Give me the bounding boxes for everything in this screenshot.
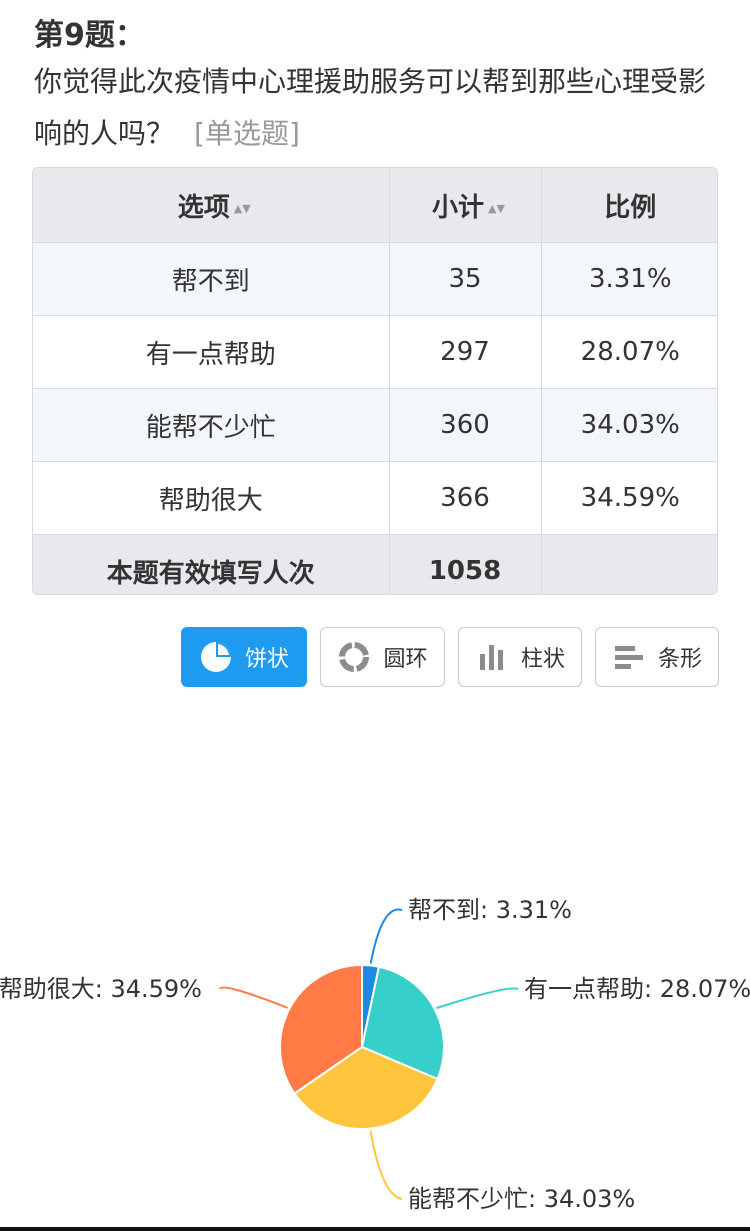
label-leader-line	[369, 1130, 403, 1200]
count-cell: 297	[388, 315, 542, 389]
slice-label: 能帮不少忙: 34.03%	[408, 1185, 635, 1213]
table-total-row: 本题有效填写人次 1058	[33, 534, 717, 594]
pie-chart-icon	[199, 640, 233, 674]
table-row: 有一点帮助 297 28.07%	[33, 315, 717, 389]
label-leader-line	[219, 986, 289, 1009]
total-label: 本题有效填写人次	[33, 534, 390, 594]
slice-label: 有一点帮助: 28.07%	[524, 975, 750, 1003]
horizontal-bar-chart-icon	[612, 640, 646, 674]
option-cell: 帮不到	[33, 242, 390, 316]
ratio-cell: 3.31%	[540, 242, 717, 316]
label-leader-line	[369, 908, 403, 964]
total-ratio	[540, 534, 717, 594]
donut-chart-button[interactable]: 圆环	[320, 627, 445, 687]
question-type: [单选题]	[194, 117, 300, 150]
ratio-cell: 34.03%	[540, 388, 717, 462]
column-header-ratio: 比例	[540, 168, 717, 243]
bottom-divider	[0, 1227, 750, 1231]
table-row: 能帮不少忙 360 34.03%	[33, 388, 717, 462]
pie-chart-button[interactable]: 饼状	[181, 627, 307, 687]
ratio-cell: 34.59%	[540, 461, 717, 535]
sort-icon[interactable]: ▲▼	[234, 203, 251, 214]
bar-chart-icon	[475, 640, 509, 674]
question-number: 第9题：	[34, 18, 145, 53]
count-cell: 35	[388, 242, 542, 316]
label-leader-line	[436, 987, 519, 1010]
option-cell: 能帮不少忙	[33, 388, 390, 462]
results-table: 选项 ▲▼ 小计 ▲▼ 比例 帮不到 35 3.31% 有一点帮助 297 28.0…	[32, 167, 718, 595]
total-value: 1058	[388, 534, 542, 594]
count-cell: 360	[388, 388, 542, 462]
option-cell: 有一点帮助	[33, 315, 390, 389]
count-cell: 366	[388, 461, 542, 535]
question-body: 你觉得此次疫情中心理援助服务可以帮到那些心理受影响的人吗？	[34, 65, 707, 150]
bar-chart-button[interactable]: 柱状	[458, 627, 582, 687]
table-header-row: 选项 ▲▼ 小计 ▲▼ 比例	[33, 168, 717, 243]
table-row: 帮不到 35 3.31%	[33, 242, 717, 316]
table-row: 帮助很大 366 34.59%	[33, 461, 717, 535]
question-text: 你觉得此次疫情中心理援助服务可以帮到那些心理受影响的人吗？ [单选题]	[34, 56, 724, 160]
slice-label: 帮不到: 3.31%	[408, 896, 572, 924]
chart-type-switcher: 饼状 圆环 柱状 条形	[181, 627, 721, 689]
pie-chart: 帮不到: 3.31% 有一点帮助: 28.07% 能帮不少忙: 34.03% 帮助很大…	[0, 860, 750, 1231]
donut-chart-icon	[337, 640, 371, 674]
ratio-cell: 28.07%	[540, 315, 717, 389]
column-header-count[interactable]: 小计 ▲▼	[388, 168, 542, 243]
option-cell: 帮助很大	[33, 461, 390, 535]
sort-icon[interactable]: ▲▼	[488, 203, 505, 214]
slice-label: 帮助很大: 34.59%	[0, 975, 202, 1003]
horizontal-bar-chart-button[interactable]: 条形	[595, 627, 719, 687]
column-header-option[interactable]: 选项 ▲▼	[33, 168, 390, 243]
